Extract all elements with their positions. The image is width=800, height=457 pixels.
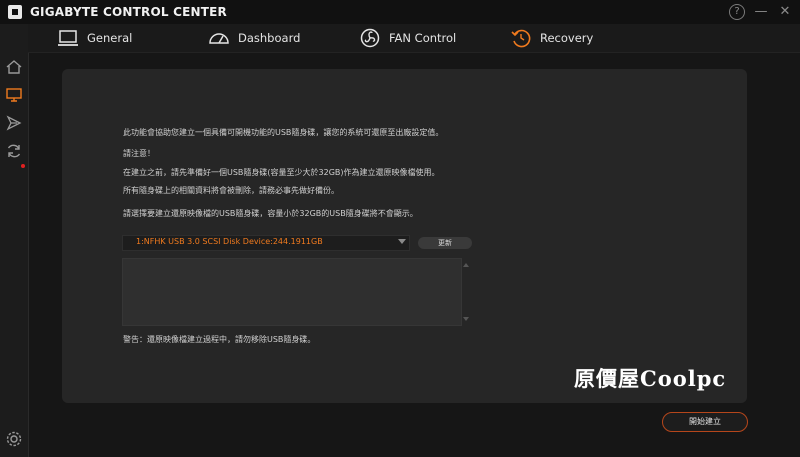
- tab-general[interactable]: General: [57, 24, 132, 52]
- chevron-down-icon[interactable]: [398, 239, 406, 244]
- tab-recovery[interactable]: Recovery: [510, 24, 593, 52]
- watermark: 原價屋Coolpc: [574, 366, 727, 391]
- erase-warning-text: 所有隨身碟上的相關資料將會被刪除，請務必事先做好備份。: [123, 186, 339, 195]
- top-nav: General Dashboard FAN Control Recovery: [28, 24, 800, 53]
- help-button[interactable]: ?: [729, 4, 745, 20]
- fan-icon: [360, 28, 380, 48]
- update-icon[interactable]: [5, 142, 23, 160]
- intro-text: 此功能會協助您建立一個具備可開機功能的USB隨身碟，讓您的系統可還原至出廠設定值…: [123, 128, 444, 137]
- usb-device-select[interactable]: 1:NFHK USB 3.0 SCSI Disk Device:244.1911…: [122, 235, 410, 251]
- refresh-button[interactable]: 更新: [418, 237, 472, 249]
- usb-device-list[interactable]: [122, 258, 462, 326]
- tab-fan-control[interactable]: FAN Control: [359, 24, 456, 52]
- start-create-button[interactable]: 開始建立: [662, 412, 748, 432]
- notification-dot: [21, 164, 25, 168]
- tab-label: Dashboard: [238, 31, 301, 45]
- scroll-up-icon[interactable]: [463, 263, 469, 267]
- close-button[interactable]: ✕: [776, 3, 794, 21]
- app-title: GIGABYTE CONTROL CENTER: [30, 5, 227, 19]
- title-bar: GIGABYTE CONTROL CENTER ? — ✕: [0, 0, 800, 24]
- usb-device-value: 1:NFHK USB 3.0 SCSI Disk Device:244.1911…: [136, 237, 323, 246]
- tab-label: General: [87, 31, 133, 45]
- recovery-icon: [511, 29, 531, 48]
- laptop-icon: [58, 30, 78, 46]
- notice-heading: 請注意！: [123, 149, 155, 158]
- prep-text: 在建立之前，請先準備好一個USB隨身碟(容量至少大於32GB)作為建立還原映像檔…: [123, 168, 440, 177]
- send-icon[interactable]: [5, 114, 23, 132]
- sidebar: [0, 24, 29, 457]
- removal-warning: 警告：還原映像檔建立過程中，請勿移除USB隨身碟。: [123, 335, 316, 344]
- select-instruction: 請選擇要建立還原映像檔的USB隨身碟，容量小於32GB的USB隨身碟將不會顯示。: [123, 209, 418, 218]
- tab-dashboard[interactable]: Dashboard: [208, 24, 300, 52]
- recovery-panel: 此功能會協助您建立一個具備可開機功能的USB隨身碟，讓您的系統可還原至出廠設定值…: [62, 69, 747, 403]
- home-icon[interactable]: [5, 58, 23, 76]
- tab-label: Recovery: [540, 31, 594, 45]
- gauge-icon: [209, 33, 229, 44]
- tab-label: FAN Control: [389, 31, 457, 45]
- scroll-down-icon[interactable]: [463, 317, 469, 321]
- settings-icon[interactable]: [5, 430, 23, 448]
- minimize-button[interactable]: —: [752, 3, 770, 21]
- monitor-icon[interactable]: [5, 86, 23, 104]
- gigabyte-logo-icon: [8, 5, 22, 19]
